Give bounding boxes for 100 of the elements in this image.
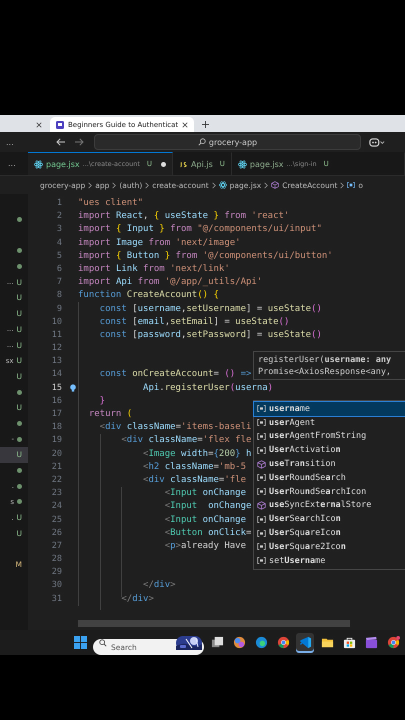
line-number: 10 <box>50 316 63 329</box>
line-number: 11 <box>50 328 63 342</box>
code-line: import Api from '@/app/_utils/Api' <box>78 277 262 288</box>
suggestion-item[interactable]: setUsername <box>254 554 405 568</box>
line-number: 13 <box>50 355 63 368</box>
cube-icon <box>271 181 280 189</box>
line-number: 28 <box>50 553 63 566</box>
code-line: </div> <box>142 580 176 590</box>
line-number: 20 <box>50 448 63 461</box>
code-editor-icon[interactable] <box>296 632 314 652</box>
status-dot <box>17 217 22 222</box>
code-line: const [password,setPassword] = useState() <box>98 330 322 340</box>
line-number: 31 <box>50 592 63 606</box>
search-icon <box>99 638 107 646</box>
suggestion-item[interactable]: userAgent <box>254 416 405 430</box>
chevron-icon <box>112 182 116 188</box>
code-line: <Button onClick= <box>164 528 252 538</box>
variable-icon <box>257 514 266 524</box>
variable-icon <box>257 528 266 538</box>
variable-icon <box>257 487 266 496</box>
line-number: 2 <box>56 210 63 224</box>
new-tab-icon[interactable] <box>202 121 210 128</box>
close-icon[interactable] <box>182 122 188 128</box>
code-line: } <box>98 396 106 406</box>
unsaved-dot <box>161 162 166 166</box>
code-line: "ues client" <box>78 198 144 208</box>
line-number: 23 <box>50 487 63 500</box>
code-line: Api.registerUser(userna) <box>142 382 274 393</box>
status-dot <box>17 499 22 504</box>
atom-icon <box>238 160 247 168</box>
line-number: 15 <box>50 382 63 395</box>
variable-icon <box>257 446 266 455</box>
code-line: <Input onChange <box>164 488 246 498</box>
forward-arrow-icon[interactable] <box>74 138 84 146</box>
line-number: 12 <box>50 342 63 356</box>
code-line: import Image from 'next/image' <box>78 238 241 248</box>
line-number: 25 <box>50 514 63 526</box>
line-number: 4 <box>56 236 63 250</box>
code-line: <div className='fle <box>142 474 246 485</box>
code-line: import { Button } from '@/components/ui/button' <box>78 250 333 261</box>
chevron-icon <box>145 182 150 188</box>
status-dot <box>17 436 22 442</box>
suggestion-item[interactable]: UserActivation <box>254 443 405 458</box>
code-line: const [email,setEmail] = useState() <box>98 316 290 327</box>
variable-icon <box>257 432 266 441</box>
status-dot <box>17 264 22 270</box>
close-icon[interactable] <box>36 122 42 128</box>
menu-dots[interactable]: ... <box>6 138 28 146</box>
page-icon <box>56 120 64 128</box>
line-number: 8 <box>56 289 63 302</box>
line-number: 16 <box>50 394 63 408</box>
line-number: 19 <box>50 434 63 448</box>
line-number: 21 <box>50 460 63 474</box>
chevron-icon <box>264 182 268 188</box>
back-arrow-icon[interactable] <box>56 138 66 146</box>
line-number: 24 <box>50 500 63 514</box>
atom-icon <box>218 181 227 189</box>
atom-icon <box>34 160 43 168</box>
suggestion-item[interactable]: UserSquare2Icon <box>254 540 405 554</box>
suggestion-item[interactable]: UserSquareIcon <box>254 526 405 540</box>
line-number: 3 <box>56 223 63 236</box>
suggestion-item[interactable]: UserRoundSearchIcon <box>254 484 405 499</box>
code-line: import Link from 'next/link' <box>78 264 230 274</box>
suggestion-item[interactable]: userAgentFromString <box>254 430 405 444</box>
code-line: </div> <box>120 594 154 604</box>
code-line: <div className='flex fle <box>120 435 252 446</box>
line-number: 18 <box>50 421 63 434</box>
suggestion-item[interactable]: useSyncExternalStore <box>254 498 405 512</box>
lightbulb-icon[interactable] <box>69 384 77 392</box>
status-dot <box>17 484 22 489</box>
line-number: 9 <box>56 302 63 316</box>
line-number: 6 <box>56 262 63 276</box>
suggestion-item[interactable]: UserSearchIcon <box>254 512 405 526</box>
scrollbar[interactable] <box>78 620 350 627</box>
code-line: <Image width={200} h <box>142 448 252 459</box>
status-dot <box>17 468 22 474</box>
line-number: 27 <box>50 540 63 553</box>
suggestion-item[interactable]: UserRoundSearch <box>254 470 405 485</box>
line-number: 30 <box>50 579 63 592</box>
variable-icon <box>257 556 266 566</box>
line-number: 22 <box>50 474 63 487</box>
variable-icon <box>257 473 266 482</box>
line-number: 29 <box>50 566 63 580</box>
chevron-icon <box>212 182 216 188</box>
line-number: 7 <box>56 276 63 290</box>
search-icon <box>198 138 206 146</box>
cube-icon <box>257 460 266 469</box>
line-number: 17 <box>50 408 63 421</box>
robot-icon[interactable] <box>369 138 385 146</box>
status-dot <box>17 248 22 254</box>
menu-dots[interactable]: ... <box>8 152 28 175</box>
variable-icon <box>257 404 266 414</box>
search-field[interactable]: grocery-app <box>94 134 361 150</box>
code-line: function CreateAccount() { <box>78 290 219 300</box>
signature-text: registerUser(username: any <box>258 355 392 366</box>
suggestion-item[interactable]: username <box>254 402 405 416</box>
line-number: 1 <box>56 197 63 210</box>
code-line: <p>already Have <box>164 540 246 551</box>
suggestion-item[interactable]: useTransition <box>254 457 405 471</box>
signature-text: Promise<AxiosResponse<any, <box>258 366 392 378</box>
